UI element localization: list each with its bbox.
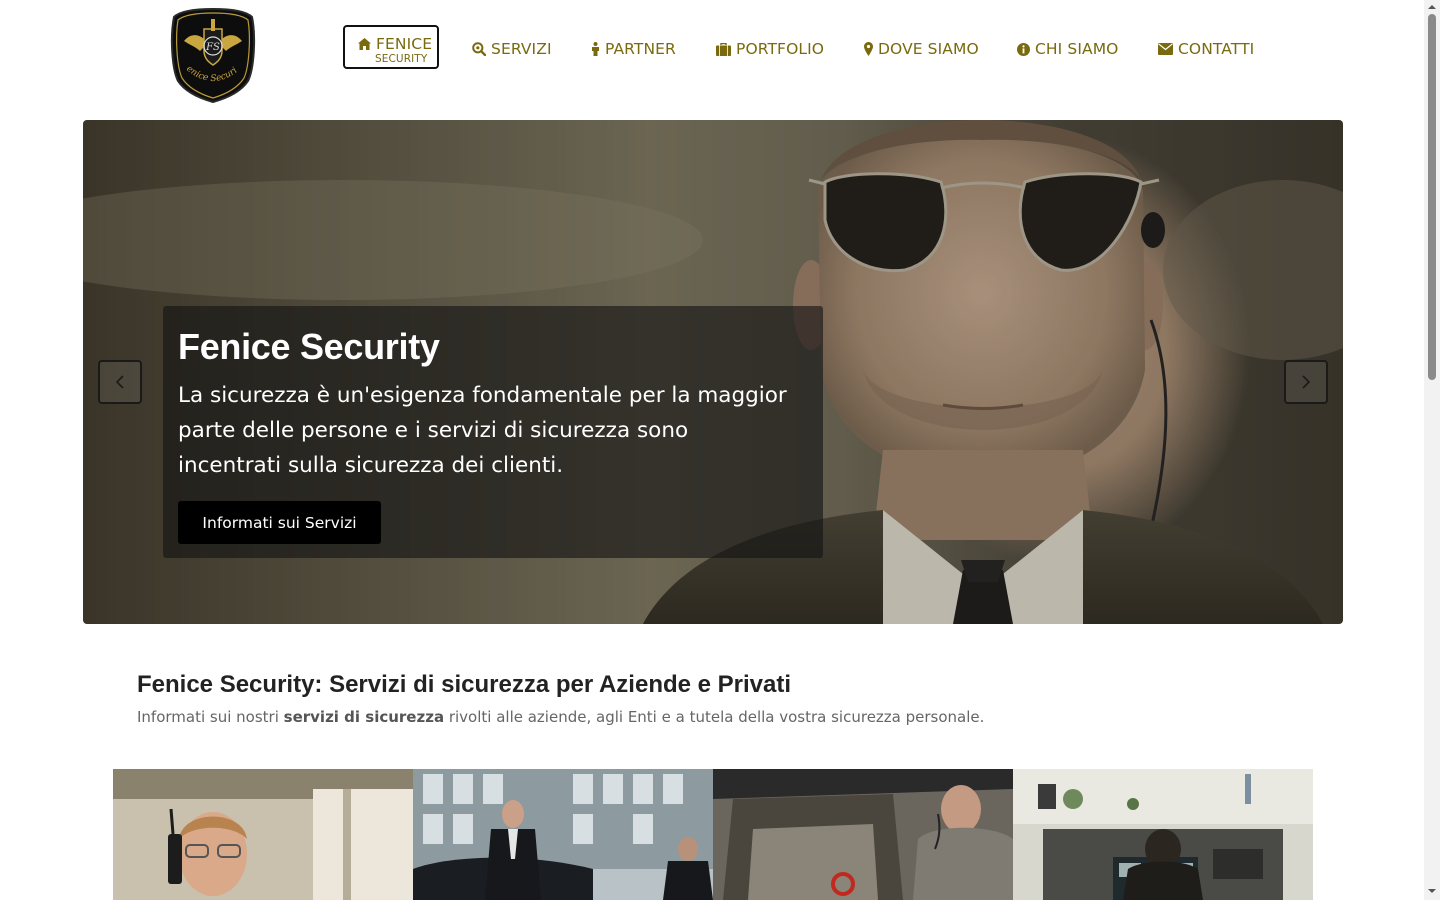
nav-item-label: CONTATTI xyxy=(1178,40,1255,58)
nav-home-sublabel: SECURITY xyxy=(375,53,428,65)
search-icon xyxy=(472,42,486,56)
info-icon xyxy=(1017,42,1030,56)
service-tile[interactable] xyxy=(1013,769,1313,900)
nav-item-label: CHI SIAMO xyxy=(1035,40,1119,58)
page-scrollbar[interactable] xyxy=(1424,0,1440,900)
chevron-right-icon xyxy=(1302,375,1311,389)
service-tile[interactable] xyxy=(713,769,1013,900)
nav-item-label: SERVIZI xyxy=(491,40,552,58)
hero-text: La sicurezza è un'esigenza fondamentale … xyxy=(178,383,787,478)
nav-item-label: DOVE SIAMO xyxy=(878,40,979,58)
nav-home-label: FENICE xyxy=(376,35,433,53)
nav-item-label: PORTFOLIO xyxy=(736,40,825,58)
bodyguards-car-image xyxy=(413,769,713,900)
nav-item-partner[interactable]: PARTNER xyxy=(591,27,676,71)
carousel-next-button[interactable] xyxy=(1284,360,1328,404)
person-icon xyxy=(591,42,600,56)
nav-item-contatti[interactable]: CONTATTI xyxy=(1158,27,1254,71)
chevron-left-icon xyxy=(115,375,124,389)
vehicle-escort-image xyxy=(713,769,1013,900)
main-nav: FENICE SECURITY SERVIZI PARTNER PORTFOLI… xyxy=(0,0,1424,100)
nav-item-chi-siamo[interactable]: CHI SIAMO xyxy=(1017,27,1118,71)
briefcase-icon xyxy=(716,42,731,56)
hero-carousel: Fenice Security La sicurezza è un'esigen… xyxy=(83,120,1343,624)
nav-item-portfolio[interactable]: PORTFOLIO xyxy=(716,27,824,71)
home-icon xyxy=(358,38,371,50)
hero-title: Fenice Security xyxy=(178,326,440,367)
nav-item-servizi[interactable]: SERVIZI xyxy=(472,27,552,71)
service-tile[interactable] xyxy=(113,769,413,900)
section-subtitle: Informati sui nostri servizi di sicurezz… xyxy=(137,708,984,726)
nav-home-button[interactable]: FENICE SECURITY xyxy=(343,25,439,69)
services-grid xyxy=(113,769,1313,900)
subtitle-text-start: Informati sui nostri xyxy=(137,708,284,726)
envelope-icon xyxy=(1158,43,1173,55)
hero-cta-button[interactable]: Informati sui Servizi xyxy=(178,501,381,544)
section-title: Fenice Security: Servizi di sicurezza pe… xyxy=(137,671,792,698)
service-tile[interactable] xyxy=(413,769,713,900)
carousel-prev-button[interactable] xyxy=(98,360,142,404)
subtitle-bold-text: servizi di sicurezza xyxy=(283,708,445,726)
nav-item-label: PARTNER xyxy=(605,40,676,58)
map-marker-icon xyxy=(864,42,873,56)
nav-item-dove-siamo[interactable]: DOVE SIAMO xyxy=(864,27,979,71)
surveillance-control-image xyxy=(1013,769,1313,900)
scroll-down-icon[interactable] xyxy=(1427,886,1437,896)
scrollbar-thumb[interactable] xyxy=(1428,14,1436,380)
hero-caption: Fenice Security La sicurezza è un'esigen… xyxy=(163,306,823,558)
guard-radio-image xyxy=(113,769,413,900)
scroll-up-icon[interactable] xyxy=(1427,2,1437,12)
subtitle-text-end: rivolti alle aziende, agli Enti e a tute… xyxy=(444,708,985,726)
